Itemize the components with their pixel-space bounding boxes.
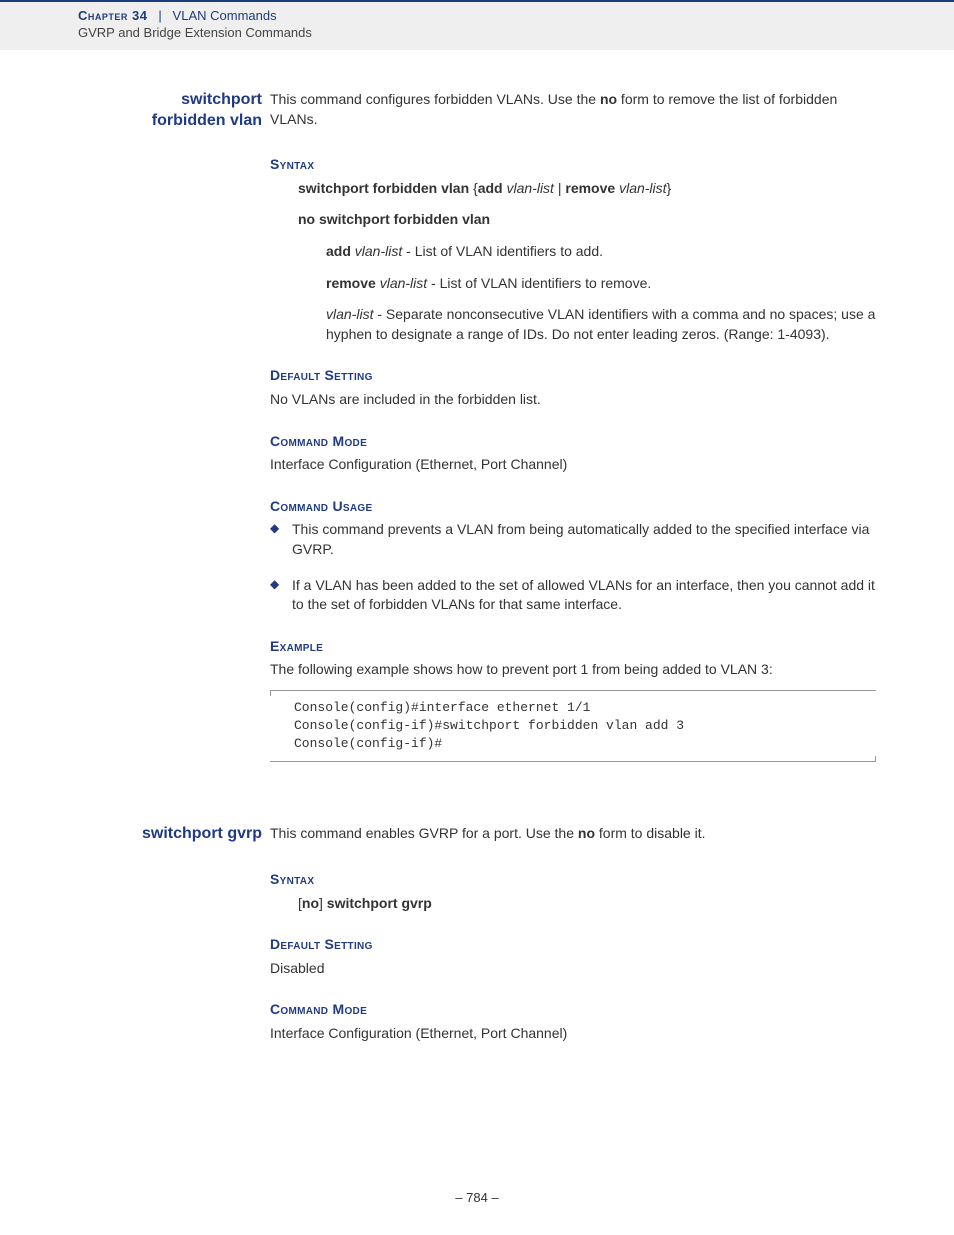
example-code: Console(config)#interface ethernet 1/1 C… (270, 690, 876, 763)
example-text: The following example shows how to preve… (270, 660, 876, 680)
default-setting-text: Disabled (270, 959, 876, 979)
param-vlan-list: vlan-list - Separate nonconsecutive VLAN… (326, 305, 876, 344)
command-name: switchport gvrp (0, 824, 270, 845)
param-add: add vlan-list - List of VLAN identifiers… (326, 242, 876, 262)
command-description: This command enables GVRP for a port. Us… (270, 824, 876, 844)
command-usage-heading: Command Usage (270, 497, 876, 517)
page-header: Chapter 34 | VLAN Commands GVRP and Brid… (0, 0, 954, 50)
command-name: switchport forbidden vlan (0, 90, 270, 132)
default-setting-heading: Default Setting (270, 366, 876, 386)
default-setting-heading: Default Setting (270, 935, 876, 955)
command-mode-heading: Command Mode (270, 432, 876, 452)
param-remove: remove vlan-list - List of VLAN identifi… (326, 274, 876, 294)
chapter-label: Chapter 34 (78, 8, 147, 23)
command-mode-text: Interface Configuration (Ethernet, Port … (270, 455, 876, 475)
command-entry-switchport-forbidden-vlan: switchport forbidden vlan This command c… (0, 90, 954, 784)
chapter-pipe: | (151, 8, 169, 23)
example-heading: Example (270, 637, 876, 657)
chapter-title: VLAN Commands (173, 8, 277, 23)
command-entry-switchport-gvrp: switchport gvrp This command enables GVR… (0, 824, 954, 1065)
default-setting-text: No VLANs are included in the forbidden l… (270, 390, 876, 410)
chapter-line: Chapter 34 | VLAN Commands (78, 8, 954, 23)
syntax-heading: Syntax (270, 870, 876, 890)
chapter-subtitle: GVRP and Bridge Extension Commands (78, 25, 954, 40)
page-number: – 784 – (0, 1190, 954, 1205)
usage-list: This command prevents a VLAN from being … (270, 520, 876, 614)
command-description: This command configures forbidden VLANs.… (270, 90, 876, 129)
syntax-line-no: no switchport forbidden vlan (298, 210, 876, 230)
usage-item: If a VLAN has been added to the set of a… (270, 576, 876, 615)
command-mode-text: Interface Configuration (Ethernet, Port … (270, 1024, 876, 1044)
command-mode-heading: Command Mode (270, 1000, 876, 1020)
usage-item: This command prevents a VLAN from being … (270, 520, 876, 559)
syntax-line: [no] switchport gvrp (298, 894, 876, 914)
syntax-heading: Syntax (270, 155, 876, 175)
syntax-line-main: switchport forbidden vlan {add vlan-list… (298, 179, 876, 199)
